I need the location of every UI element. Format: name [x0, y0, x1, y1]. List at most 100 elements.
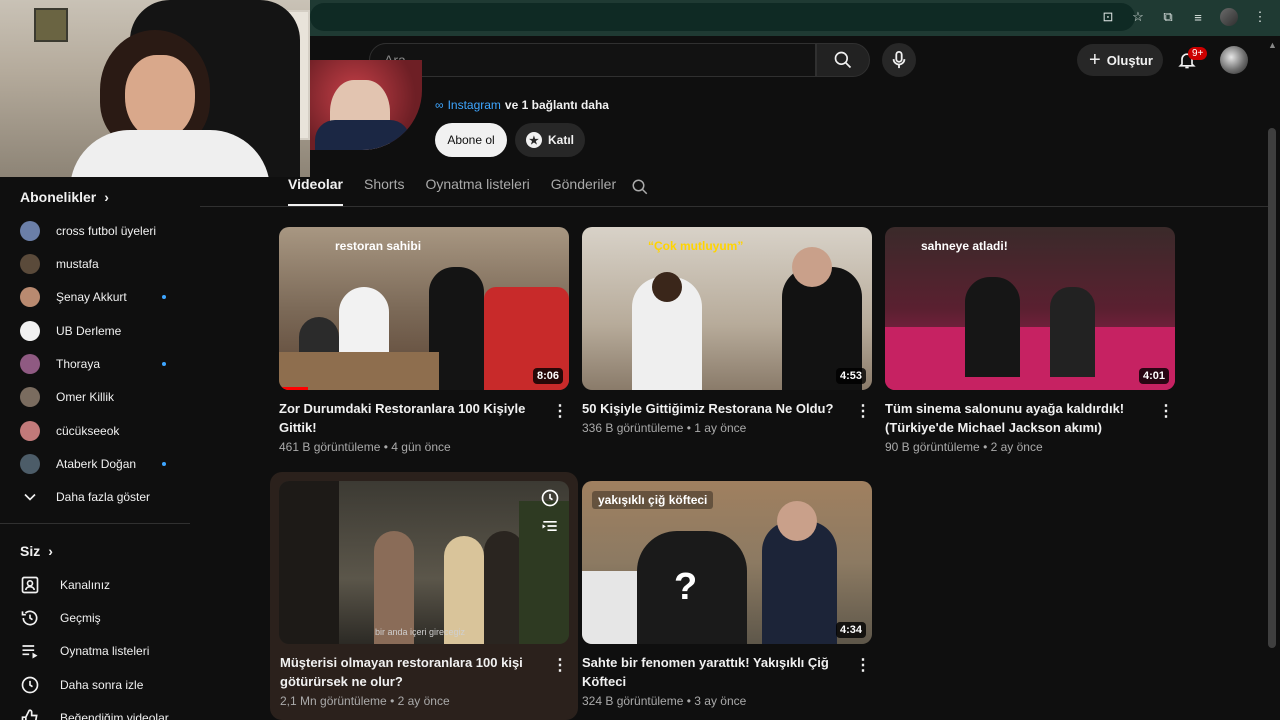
- sidebar-subscription[interactable]: mustafa: [20, 251, 190, 277]
- more-actions-icon[interactable]: ⋮: [551, 403, 569, 421]
- subscribe-button[interactable]: Abone ol: [435, 123, 507, 157]
- subscription-avatar: [20, 387, 40, 407]
- video-title[interactable]: 50 Kişiyle Gittiğimiz Restorana Ne Oldu?: [582, 399, 837, 418]
- tab-posts[interactable]: Gönderiler: [551, 176, 616, 206]
- browser-profile-avatar[interactable]: [1220, 8, 1238, 26]
- video-thumbnail[interactable]: bir anda içeri girecegiz: [279, 481, 569, 644]
- video-card[interactable]: sahneye atladi! 4:01 Tüm sinema salonunu…: [885, 227, 1175, 467]
- bookmark-star-icon[interactable]: ☆: [1130, 9, 1146, 25]
- channel-search-icon[interactable]: [631, 178, 649, 196]
- video-views: 324 B görüntüleme: [582, 694, 684, 708]
- install-app-icon[interactable]: ⊡: [1100, 9, 1116, 25]
- sidebar-subscription[interactable]: cücükseeok: [20, 418, 190, 444]
- subscription-avatar: [20, 254, 40, 274]
- thumbnail-caption: bir anda içeri girecegiz: [375, 627, 466, 637]
- video-age: 2 ay önce: [397, 694, 450, 708]
- add-to-queue-button[interactable]: [539, 515, 561, 537]
- plus-icon: +: [1089, 49, 1101, 71]
- you-header[interactable]: Siz ›: [20, 543, 53, 559]
- person-head: [792, 247, 832, 287]
- video-thumbnail[interactable]: “Çok mutluyum” 4:53: [582, 227, 872, 390]
- new-content-dot: [162, 362, 166, 366]
- clock-icon: [541, 489, 559, 507]
- media-control-icon[interactable]: ≡: [1190, 9, 1206, 25]
- subscription-avatar: [20, 354, 40, 374]
- page-scrollbar[interactable]: [1268, 128, 1276, 648]
- video-thumbnail[interactable]: ? yakışıklı çiğ köfteci 4:34: [582, 481, 872, 644]
- sidebar-item-label: Oynatma listeleri: [60, 644, 150, 658]
- sidebar-subscription[interactable]: Ataberk Doğan: [20, 451, 190, 477]
- video-card-hovered[interactable]: bir anda içeri girecegiz Müşterisi olmay…: [270, 472, 578, 720]
- search-input[interactable]: Ara: [369, 43, 816, 77]
- history-icon: [21, 610, 38, 626]
- video-card[interactable]: restoran sahibi 8:06 Zor Durumdaki Resto…: [279, 227, 569, 467]
- video-views: 2,1 Mn görüntüleme: [280, 694, 387, 708]
- video-title[interactable]: Sahte bir fenomen yarattık! Yakışıklı Çi…: [582, 653, 837, 691]
- video-title[interactable]: Tüm sinema salonunu ayağa kaldırdık! (Tü…: [885, 399, 1140, 437]
- scroll-up-arrow[interactable]: ▲: [1268, 40, 1277, 50]
- tab-videos[interactable]: Videolar: [288, 176, 343, 206]
- search-icon: [834, 51, 852, 69]
- video-card[interactable]: ? yakışıklı çiğ köfteci 4:34 Sahte bir f…: [582, 481, 872, 720]
- video-title[interactable]: Müşterisi olmayan restoranlara 100 kişi …: [280, 653, 535, 691]
- subscriptions-header[interactable]: Abonelikler ›: [20, 189, 109, 205]
- video-thumbnail[interactable]: sahneye atladi! 4:01: [885, 227, 1175, 390]
- browser-menu-icon[interactable]: ⋮: [1252, 9, 1268, 25]
- more-actions-icon[interactable]: ⋮: [551, 657, 569, 675]
- sidebar-subscription[interactable]: UB Derleme: [20, 318, 190, 344]
- tabs-divider: [200, 206, 1268, 207]
- chef-head: [652, 272, 682, 302]
- new-content-dot: [162, 295, 166, 299]
- create-button[interactable]: + Oluştur: [1077, 44, 1163, 76]
- thumbnail-caption: “Çok mutluyum”: [648, 239, 744, 253]
- dancer-figure: [965, 277, 1020, 377]
- extensions-icon[interactable]: ⧉: [1160, 9, 1176, 25]
- more-actions-icon[interactable]: ⋮: [854, 657, 872, 675]
- sidebar-item-playlists[interactable]: Oynatma listeleri: [20, 638, 190, 664]
- tab-playlists[interactable]: Oynatma listeleri: [425, 176, 529, 206]
- watch-later-button[interactable]: [539, 487, 561, 509]
- person-head: [777, 501, 817, 541]
- video-meta: 2,1 Mn görüntüleme • 2 ay önce: [280, 694, 450, 708]
- sidebar-subscription[interactable]: cross futbol üyeleri: [20, 218, 190, 244]
- sidebar-subscription[interactable]: Thoraya: [20, 351, 190, 377]
- instagram-link[interactable]: Instagram: [448, 98, 501, 112]
- sidebar-item-history[interactable]: Geçmiş: [20, 605, 190, 631]
- more-actions-icon[interactable]: ⋮: [1157, 403, 1175, 421]
- sidebar-item-watch-later[interactable]: Daha sonra izle: [20, 672, 190, 698]
- voice-search-button[interactable]: [882, 43, 916, 77]
- like-icon: [21, 709, 38, 720]
- playlist-icon: [22, 645, 38, 659]
- video-thumbnail[interactable]: restoran sahibi 8:06: [279, 227, 569, 390]
- sidebar-item-liked[interactable]: Beğendiğim videolar: [20, 705, 190, 720]
- create-label: Oluştur: [1106, 52, 1153, 68]
- video-views: 336 B görüntüleme: [582, 421, 684, 435]
- video-title[interactable]: Zor Durumdaki Restoranlara 100 Kişiyle G…: [279, 399, 534, 437]
- subscription-name: cross futbol üyeleri: [56, 224, 157, 238]
- more-actions-icon[interactable]: ⋮: [854, 403, 872, 421]
- address-bar[interactable]: [310, 3, 1135, 31]
- more-links[interactable]: ve 1 bağlantı daha: [505, 98, 609, 112]
- pizza-counter: [279, 352, 439, 390]
- thumbnail-caption: restoran sahibi: [335, 239, 422, 253]
- search-button[interactable]: [816, 43, 870, 77]
- channel-links: ∞ Instagram ve 1 bağlantı daha: [435, 98, 609, 112]
- video-meta: 461 B görüntüleme • 4 gün önce: [279, 440, 451, 454]
- tab-shorts[interactable]: Shorts: [364, 176, 404, 206]
- sidebar-divider: [0, 523, 190, 524]
- show-more-button[interactable]: Daha fazla göster: [20, 484, 190, 510]
- account-avatar[interactable]: [1220, 46, 1248, 74]
- sidebar-subscription[interactable]: Omer Killik: [20, 384, 190, 410]
- subscription-name: cücükseeok: [56, 424, 120, 438]
- subscription-avatar: [20, 454, 40, 474]
- video-card[interactable]: “Çok mutluyum” 4:53 50 Kişiyle Gittiğimi…: [582, 227, 872, 447]
- you-title: Siz: [20, 543, 41, 559]
- star-icon: ★: [525, 132, 542, 148]
- sidebar-item-channel[interactable]: Kanalınız: [20, 572, 190, 598]
- video-views: 90 B görüntüleme: [885, 440, 980, 454]
- microphone-icon: [892, 51, 906, 69]
- channel-avatar[interactable]: [310, 60, 422, 150]
- wall-picture: [34, 8, 68, 42]
- sidebar-subscription[interactable]: Şenay Akkurt: [20, 284, 190, 310]
- join-button[interactable]: ★ Katıl: [515, 123, 585, 157]
